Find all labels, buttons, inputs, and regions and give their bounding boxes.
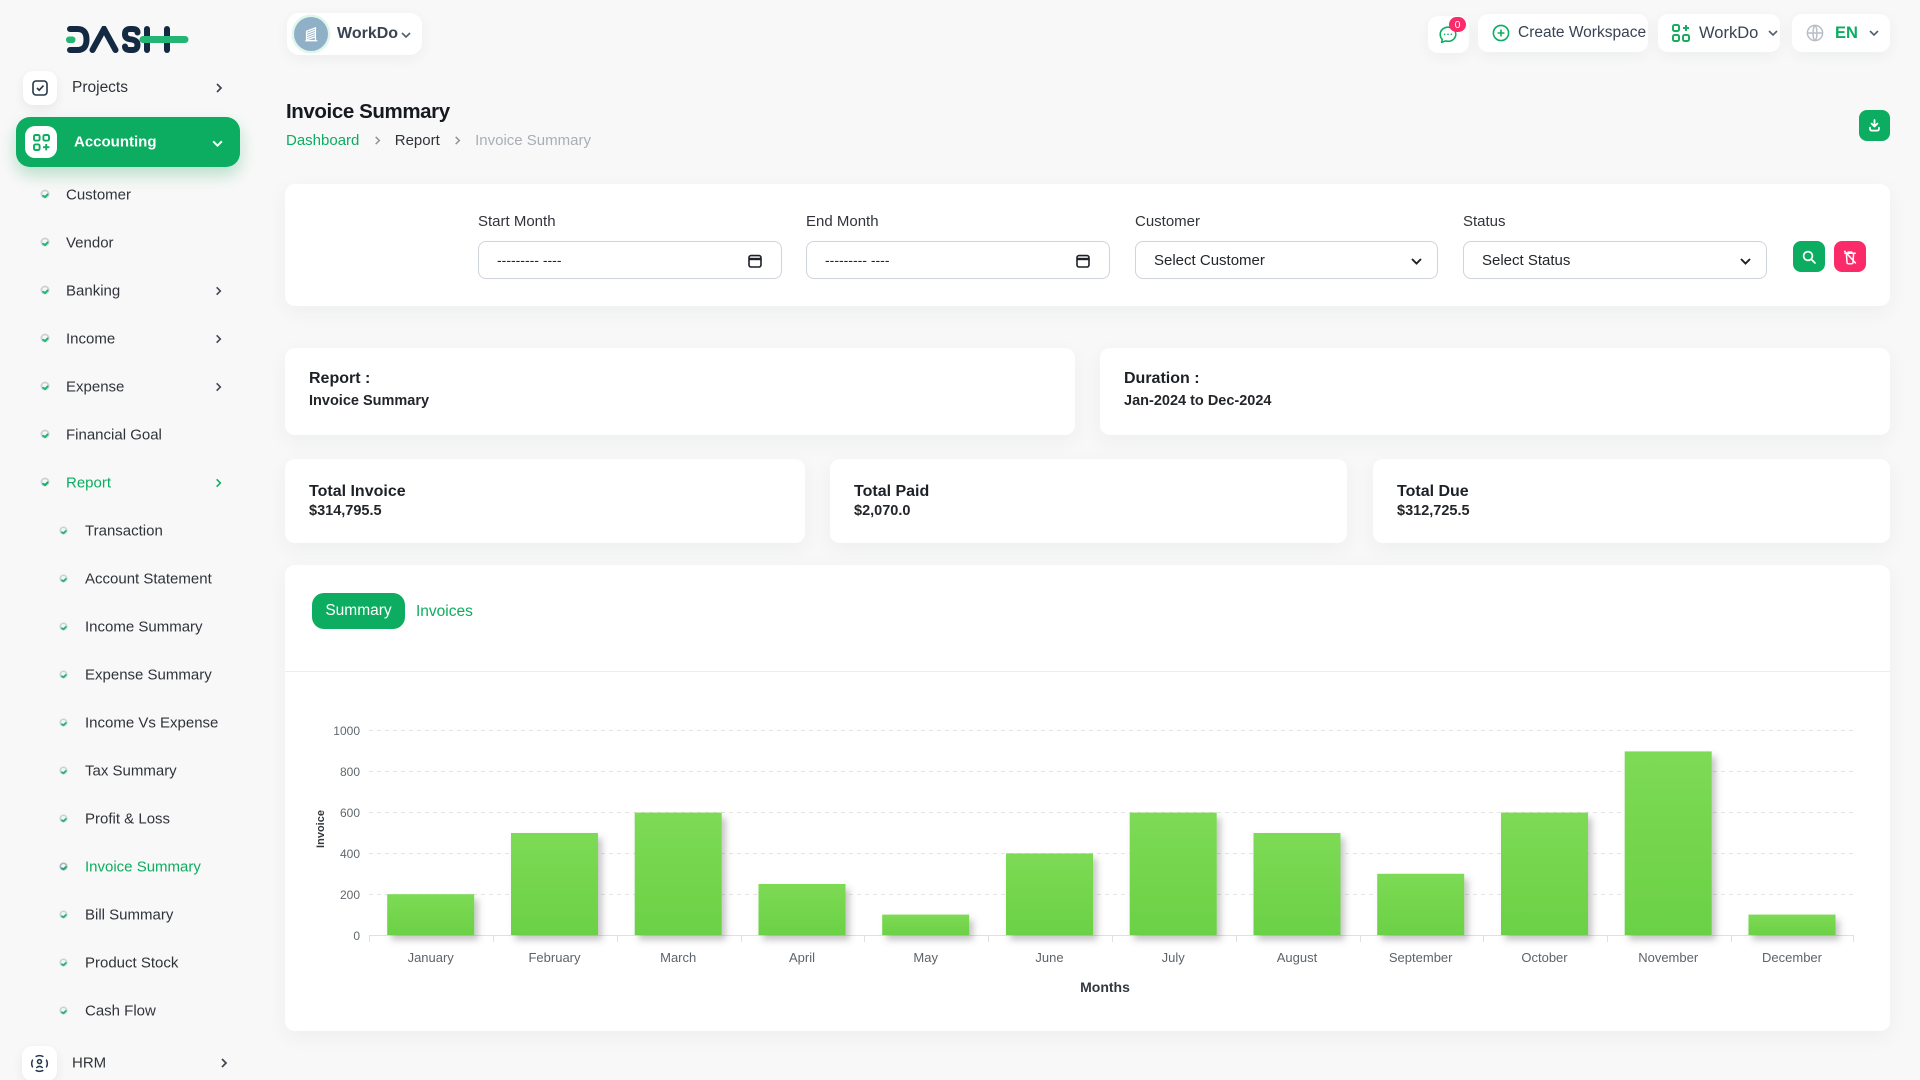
svg-text:Months: Months	[1080, 979, 1130, 995]
svg-text:1000: 1000	[333, 724, 360, 738]
svg-text:October: October	[1521, 950, 1568, 965]
svg-text:May: May	[913, 950, 938, 965]
svg-text:March: March	[660, 950, 696, 965]
svg-text:February: February	[528, 950, 581, 965]
svg-text:Invoice: Invoice	[315, 810, 327, 848]
svg-text:December: December	[1762, 950, 1823, 965]
svg-text:November: November	[1638, 950, 1699, 965]
svg-text:July: July	[1162, 950, 1186, 965]
svg-text:August: August	[1277, 950, 1318, 965]
svg-text:200: 200	[340, 888, 360, 902]
svg-text:April: April	[789, 950, 815, 965]
svg-text:September: September	[1389, 950, 1453, 965]
svg-text:400: 400	[340, 847, 360, 861]
svg-text:600: 600	[340, 806, 360, 820]
svg-text:0: 0	[353, 929, 360, 943]
svg-text:800: 800	[340, 765, 360, 779]
svg-text:June: June	[1035, 950, 1063, 965]
svg-text:January: January	[408, 950, 455, 965]
